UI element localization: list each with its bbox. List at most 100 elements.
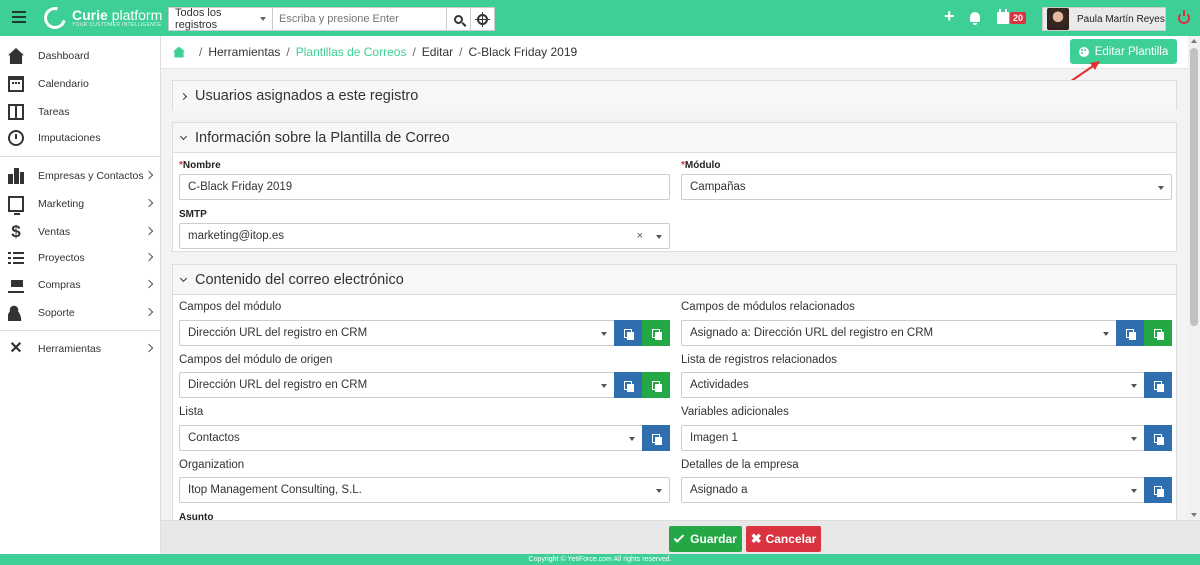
user-menu[interactable]: Paula Martín Reyes <box>1042 7 1166 31</box>
sidebar-item-dashboard[interactable]: Dashboard <box>0 43 160 69</box>
chevron-right-icon <box>144 279 154 289</box>
campos-origen-select[interactable]: Dirección URL del registro en CRM <box>179 372 615 398</box>
asunto-label: Asunto <box>179 512 214 520</box>
copy-icon <box>1154 380 1164 392</box>
global-search: Todos los registros <box>168 7 495 31</box>
chevron-down-icon <box>1131 437 1137 441</box>
lista-relacionados-label: Lista de registros relacionados <box>681 354 837 366</box>
scroll-up-icon[interactable] <box>1191 39 1197 43</box>
sidebar-item-marketing[interactable]: Marketing <box>0 191 160 217</box>
chevron-down-icon <box>1131 384 1137 388</box>
breadcrumb-link[interactable]: Plantillas de Correos <box>296 45 407 59</box>
clock-icon <box>8 130 24 146</box>
copy-button[interactable] <box>614 372 642 398</box>
quick-create-icon[interactable]: + <box>944 7 955 25</box>
avatar <box>1047 8 1069 30</box>
calendar-reminder-icon[interactable] <box>997 9 1009 24</box>
copy-alt-button[interactable] <box>642 320 670 346</box>
nombre-field[interactable]: C-Black Friday 2019 <box>179 174 670 200</box>
sidebar-item-tareas[interactable]: Tareas <box>0 99 160 125</box>
calendar-badge: 20 <box>1010 12 1027 24</box>
sidebar-item-calendario[interactable]: Calendario <box>0 71 160 97</box>
lista-relacionados-select[interactable]: Actividades <box>681 372 1145 398</box>
sidebar-item-soporte[interactable]: Soporte <box>0 300 160 326</box>
calendar-icon <box>8 76 24 92</box>
copy-icon <box>652 380 662 392</box>
advanced-search-button[interactable] <box>471 7 495 31</box>
copy-button[interactable] <box>1144 372 1172 398</box>
campos-relacionados-label: Campos de módulos relacionados <box>681 301 855 313</box>
copy-button[interactable] <box>1144 477 1172 503</box>
copy-button[interactable] <box>1144 425 1172 451</box>
campos-modulo-select[interactable]: Dirección URL del registro en CRM <box>179 320 615 346</box>
organization-select[interactable]: Itop Management Consulting, S.L. <box>179 477 670 503</box>
sidebar-divider <box>0 330 160 331</box>
monitor-icon <box>8 196 24 215</box>
template-info-panel: Información sobre la Plantilla de Correo… <box>172 122 1177 252</box>
footer-copyright: Copyright © YetiForce.com All rights res… <box>0 554 1200 565</box>
sidebar-item-label: Dashboard <box>38 50 90 62</box>
sidebar-item-label: Compras <box>38 279 81 291</box>
chevron-down-icon <box>1131 489 1137 493</box>
palette-icon <box>1078 46 1089 57</box>
clear-icon[interactable]: × <box>637 230 643 242</box>
smtp-select[interactable]: marketing@itop.es × <box>179 223 670 249</box>
chevron-down-icon <box>179 132 188 140</box>
sidebar-item-label: Soporte <box>38 307 75 319</box>
sidebar-item-imputaciones[interactable]: Imputaciones <box>0 125 160 151</box>
copy-button[interactable] <box>642 425 670 451</box>
sidebar-item-herramientas[interactable]: ✕ Herramientas <box>0 336 160 362</box>
search-button[interactable] <box>447 7 471 31</box>
lista-select[interactable]: Contactos <box>179 425 643 451</box>
campos-origen-label: Campos del módulo de origen <box>179 354 333 366</box>
home-icon[interactable] <box>173 46 185 58</box>
search-input[interactable] <box>272 7 447 31</box>
search-scope-select[interactable]: Todos los registros <box>168 7 272 31</box>
sidebar-item-compras[interactable]: Compras <box>0 272 160 298</box>
support-icon <box>8 305 24 321</box>
app-logo[interactable]: Curie platform YOUR CUSTOMER INTELLIGENC… <box>39 2 162 34</box>
breadcrumb-item: Editar <box>421 45 454 59</box>
chevron-down-icon <box>656 489 662 493</box>
sidebar-divider <box>0 156 160 157</box>
campos-modulo-label: Campos del módulo <box>179 301 282 313</box>
chevron-down-icon <box>629 437 635 441</box>
nombre-label: *Nombre <box>179 160 221 171</box>
cancel-label: Cancelar <box>765 532 817 546</box>
panel-title: Contenido del correo electrónico <box>195 271 404 288</box>
scroll-down-icon[interactable] <box>1191 513 1197 517</box>
lista-label: Lista <box>179 406 204 418</box>
crosshair-icon <box>475 11 490 27</box>
smtp-label: SMTP <box>179 209 207 220</box>
variables-select[interactable]: Imagen 1 <box>681 425 1145 451</box>
copy-alt-button[interactable] <box>642 372 670 398</box>
scroll-thumb[interactable] <box>1190 48 1198 326</box>
copy-icon <box>624 380 634 392</box>
page-scrollbar[interactable] <box>1188 36 1200 520</box>
logout-power-icon[interactable] <box>1178 10 1190 24</box>
modulo-select[interactable]: Campañas <box>681 174 1172 200</box>
panel-header[interactable]: Contenido del correo electrónico <box>173 265 1176 295</box>
cancel-button[interactable]: ✖ Cancelar <box>746 526 821 552</box>
sidebar-item-label: Proyectos <box>38 252 85 264</box>
menu-toggle-icon[interactable] <box>12 11 26 23</box>
panel-header[interactable]: Información sobre la Plantilla de Correo <box>173 123 1176 153</box>
sidebar-item-label: Calendario <box>38 78 89 90</box>
sidebar-item-ventas[interactable]: $ Ventas <box>0 219 160 245</box>
search-icon <box>454 14 463 24</box>
copy-button[interactable] <box>614 320 642 346</box>
copy-button[interactable] <box>1116 320 1144 346</box>
sidebar-item-empresas[interactable]: Empresas y Contactos <box>0 163 160 189</box>
email-content-panel: Contenido del correo electrónico Campos … <box>172 264 1177 520</box>
chevron-down-icon <box>656 235 662 239</box>
copy-alt-button[interactable] <box>1144 320 1172 346</box>
breadcrumb-item[interactable]: Herramientas <box>208 45 280 59</box>
empresa-select[interactable]: Asignado a <box>681 477 1145 503</box>
panel-header[interactable]: Usuarios asignados a este registro <box>173 81 1176 111</box>
sidebar-item-proyectos[interactable]: Proyectos <box>0 245 160 271</box>
save-button[interactable]: Guardar <box>669 526 742 552</box>
copy-icon <box>624 328 634 340</box>
sidebar-item-label: Empresas y Contactos <box>38 170 144 182</box>
campos-relacionados-select[interactable]: Asignado a: Dirección URL del registro e… <box>681 320 1117 346</box>
bell-icon[interactable] <box>970 12 980 25</box>
